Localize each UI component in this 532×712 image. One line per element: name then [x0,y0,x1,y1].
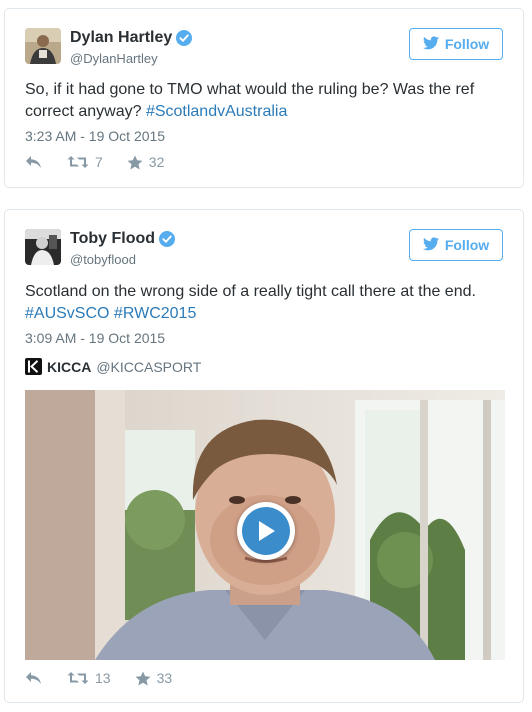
hashtag-link[interactable]: #AUSvSCO [25,305,109,322]
reply-icon [25,155,43,169]
tweet-card: Dylan Hartley @DylanHartley Follow So, i… [4,8,524,188]
video-thumbnail[interactable] [25,390,505,660]
star-icon [135,671,151,686]
hashtag-link[interactable]: #ScotlandvAustralia [146,103,287,120]
media-brand-handle: @KICCASPORT [96,358,202,375]
retweet-button[interactable]: 13 [67,670,111,686]
media-brand-name: KICCA [47,358,92,375]
retweet-button[interactable]: 7 [67,154,103,170]
bird-icon [422,35,439,53]
play-icon [242,507,290,555]
like-count: 32 [148,154,165,170]
follow-label: Follow [444,36,490,52]
tweet-text: Scotland on the wrong side of a really t… [25,281,503,325]
reply-button[interactable] [25,155,43,169]
bird-icon [422,236,439,254]
follow-button[interactable]: Follow [409,28,503,60]
timestamp[interactable]: 3:09 AM - 19 Oct 2015 [25,330,165,346]
retweet-icon [67,155,89,169]
tweet-card: Toby Flood @tobyflood Follow Scotland on… [4,209,524,703]
display-name[interactable]: Dylan Hartley [70,29,172,47]
display-name[interactable]: Toby Flood [70,230,155,248]
play-button[interactable] [237,502,295,560]
like-button[interactable]: 33 [135,670,173,686]
user-handle[interactable]: @DylanHartley [70,51,158,66]
follow-label: Follow [444,237,490,253]
verified-badge-icon [159,231,176,247]
hashtag-link[interactable]: #RWC2015 [114,305,196,322]
timestamp[interactable]: 3:23 AM - 19 Oct 2015 [25,128,165,144]
star-icon [127,155,143,170]
avatar[interactable] [25,28,61,64]
user-handle[interactable]: @tobyflood [70,252,136,267]
retweet-count: 13 [95,670,111,686]
tweet-text: So, if it had gone to TMO what would the… [25,79,503,123]
reply-button[interactable] [25,671,43,685]
tweet-actions: 13 33 [25,670,196,686]
like-count: 33 [156,670,173,686]
verified-badge-icon [176,30,193,46]
tweet-actions: 7 32 [25,154,188,170]
media-source[interactable]: KICCA @KICCASPORT [25,358,201,375]
avatar[interactable] [25,229,61,265]
like-button[interactable]: 32 [127,154,165,170]
reply-icon [25,671,43,685]
retweet-icon [67,671,89,685]
follow-button[interactable]: Follow [409,229,503,261]
kicca-logo-icon [25,358,42,375]
tweet-text-body: Scotland on the wrong side of a really t… [25,283,476,300]
retweet-count: 7 [95,154,103,170]
